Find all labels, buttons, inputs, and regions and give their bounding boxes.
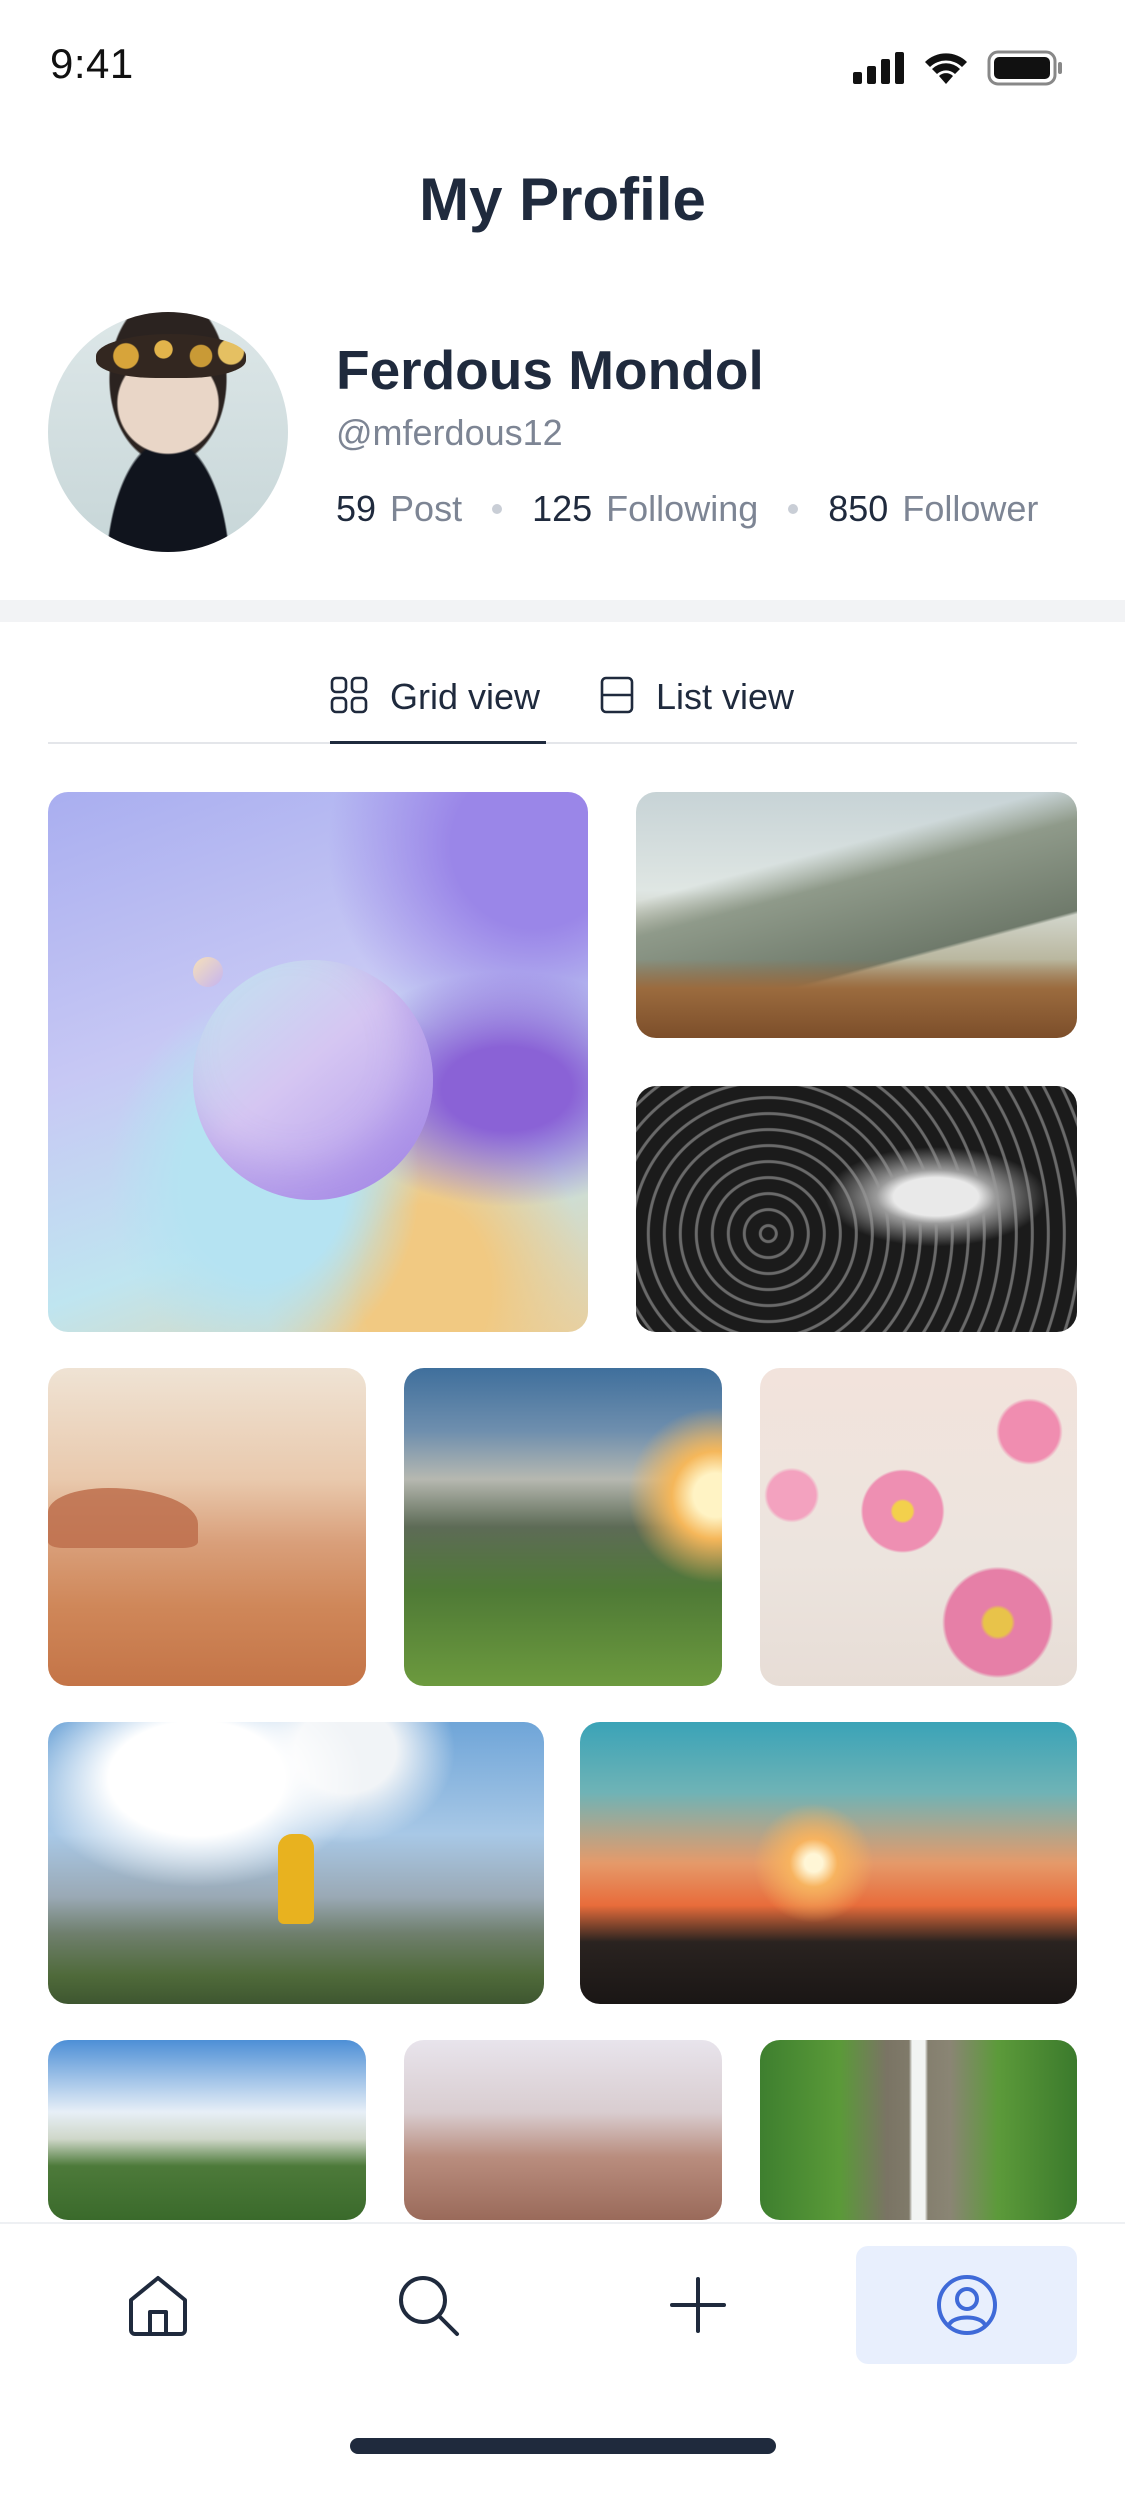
grid-icon — [330, 676, 368, 714]
stat-followers-label: Follower — [902, 488, 1039, 529]
stat-following-label: Following — [606, 488, 759, 529]
status-time: 9:41 — [50, 40, 134, 87]
stat-posts-label: Post — [390, 488, 463, 529]
profile-stats: 59 Post 125 Following 850 Follower — [336, 488, 1038, 530]
nav-search[interactable] — [358, 2246, 498, 2364]
photo-waterfall[interactable] — [760, 2040, 1077, 2220]
planet-sphere — [193, 960, 433, 1200]
photo-desert[interactable] — [48, 1368, 366, 1686]
tab-grid-view-label: Grid view — [390, 676, 541, 717]
tab-grid-view[interactable]: Grid view — [330, 660, 546, 744]
photo-canyon[interactable] — [404, 2040, 722, 2220]
section-divider — [0, 600, 1125, 622]
photo-sunset[interactable] — [580, 1722, 1077, 2004]
photo-mountain-painting[interactable] — [636, 792, 1077, 1038]
view-tabs: Grid view List view — [48, 660, 1077, 744]
stat-followers[interactable]: 850 Follower — [828, 488, 1038, 530]
status-bar: 9:41 — [0, 0, 1125, 140]
photo-pink-flowers[interactable] — [760, 1368, 1077, 1686]
plus-icon — [670, 2277, 726, 2333]
photo-green-field[interactable] — [48, 2040, 366, 2220]
nav-profile[interactable] — [856, 2246, 1077, 2364]
avatar-flower-crown — [96, 334, 246, 378]
tab-list-view-label: List view — [656, 676, 795, 717]
avatar[interactable] — [48, 312, 288, 552]
profile-name: Ferdous Mondol — [336, 339, 764, 401]
page-title: My Profile — [419, 166, 706, 233]
status-icons — [853, 50, 1063, 86]
photo-portrait-illustration[interactable] — [636, 1086, 1077, 1332]
wifi-icon — [925, 53, 967, 84]
stat-separator — [492, 504, 503, 514]
stat-posts-value: 59 — [336, 488, 377, 529]
home-indicator — [350, 2438, 776, 2454]
photo-green-valley[interactable] — [404, 1368, 722, 1686]
home-icon — [129, 2276, 187, 2336]
stat-followers-value: 850 — [828, 488, 889, 529]
user-circle-icon — [936, 2275, 997, 2335]
nav-add[interactable] — [628, 2246, 768, 2364]
nav-home[interactable] — [88, 2246, 228, 2364]
stat-separator — [788, 504, 799, 514]
profile-handle: @mferdous12 — [336, 412, 563, 453]
tab-list-view[interactable]: List view — [600, 660, 800, 744]
tab-active-indicator — [330, 741, 546, 744]
stat-posts[interactable]: 59 Post — [336, 488, 462, 530]
search-icon — [399, 2276, 459, 2336]
battery-icon — [987, 50, 1062, 86]
cellular-signal-icon — [853, 52, 904, 84]
photo-abstract-planet[interactable] — [48, 792, 588, 1332]
list-icon — [600, 676, 634, 714]
stat-following-value: 125 — [532, 488, 593, 529]
planet-moon — [193, 957, 223, 987]
photo-hiker[interactable] — [48, 1722, 544, 2004]
bottom-nav — [0, 2222, 1125, 2496]
stat-following[interactable]: 125 Following — [532, 488, 758, 530]
